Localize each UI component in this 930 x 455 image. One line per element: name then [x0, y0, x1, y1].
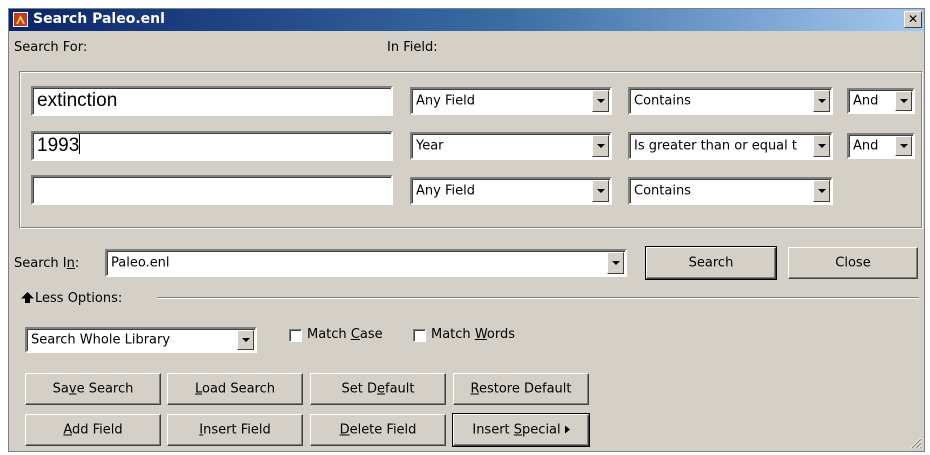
window-title: Search Paleo.enl — [33, 11, 165, 27]
field-select-1[interactable]: Any Field — [410, 87, 612, 115]
insert-special-button[interactable]: Insert Special — [452, 413, 590, 447]
add-field-button[interactable]: Add Field — [25, 414, 161, 446]
close-window-button[interactable]: ✕ — [904, 11, 922, 28]
chevron-down-icon[interactable] — [237, 330, 254, 350]
less-options-label: Less Options: — [35, 291, 123, 306]
in-field-label: In Field: — [387, 40, 438, 55]
chevron-down-icon[interactable] — [895, 91, 912, 111]
operator-select-1-value: Contains — [634, 93, 691, 109]
chevron-down-icon[interactable] — [813, 180, 830, 202]
match-case-label[interactable]: Match Case — [307, 327, 383, 342]
search-button[interactable]: Search — [645, 246, 777, 280]
chevron-down-icon[interactable] — [607, 252, 624, 274]
triangle-right-icon — [564, 425, 570, 434]
chevron-down-icon[interactable] — [813, 90, 830, 112]
connector-select-2-value: And — [853, 138, 879, 154]
match-words-label[interactable]: Match Words — [431, 327, 515, 342]
search-in-label: Search In: — [14, 256, 80, 271]
match-words-checkbox[interactable] — [413, 329, 426, 342]
search-term-input-3[interactable] — [31, 175, 393, 205]
search-scope-select[interactable]: Search Whole Library — [25, 327, 257, 353]
search-dialog: Search Paleo.enl ✕ Search For: In Field:… — [8, 8, 925, 452]
chevron-down-icon[interactable] — [592, 90, 609, 112]
search-for-label: Search For: — [14, 40, 88, 55]
chevron-down-icon[interactable] — [895, 136, 912, 156]
delete-field-button[interactable]: Delete Field — [310, 414, 446, 446]
operator-select-2[interactable]: Is greater than or equal t — [628, 132, 833, 160]
connector-select-1-value: And — [853, 93, 879, 109]
field-select-2[interactable]: Year — [410, 132, 612, 160]
connector-select-1[interactable]: And — [847, 88, 915, 114]
chevron-down-icon[interactable] — [592, 180, 609, 202]
search-term-input-1[interactable]: extinction — [31, 86, 393, 116]
close-button[interactable]: Close — [788, 247, 918, 279]
text-caret — [79, 134, 81, 154]
operator-select-3-value: Contains — [634, 183, 691, 199]
set-default-button[interactable]: Set Default — [310, 373, 446, 405]
field-select-2-value: Year — [416, 138, 444, 154]
operator-select-3[interactable]: Contains — [628, 177, 833, 205]
field-select-1-value: Any Field — [416, 93, 475, 109]
load-search-button[interactable]: Load Search — [167, 373, 303, 405]
chevron-down-icon[interactable] — [592, 135, 609, 157]
search-scope-value: Search Whole Library — [31, 332, 171, 348]
search-in-value: Paleo.enl — [111, 255, 170, 271]
search-in-select[interactable]: Paleo.enl — [105, 249, 627, 277]
resize-grip-icon[interactable] — [910, 437, 922, 449]
chevron-down-icon[interactable] — [813, 135, 830, 157]
save-search-button[interactable]: Save Search — [25, 373, 161, 405]
connector-select-2[interactable]: And — [847, 133, 915, 159]
options-separator — [157, 297, 919, 299]
less-options-toggle[interactable]: Less Options: — [21, 289, 161, 309]
insert-field-button[interactable]: Insert Field — [167, 414, 303, 446]
endnote-app-icon — [13, 12, 28, 27]
field-select-3-value: Any Field — [416, 183, 475, 199]
match-case-checkbox[interactable] — [289, 329, 302, 342]
search-term-input-2[interactable]: 1993 — [31, 131, 393, 161]
operator-select-1[interactable]: Contains — [628, 87, 833, 115]
title-bar: Search Paleo.enl ✕ — [9, 9, 924, 31]
field-select-3[interactable]: Any Field — [410, 177, 612, 205]
restore-default-button[interactable]: Restore Default — [453, 373, 589, 405]
operator-select-2-value: Is greater than or equal t — [634, 138, 797, 154]
up-arrow-icon — [21, 292, 34, 303]
